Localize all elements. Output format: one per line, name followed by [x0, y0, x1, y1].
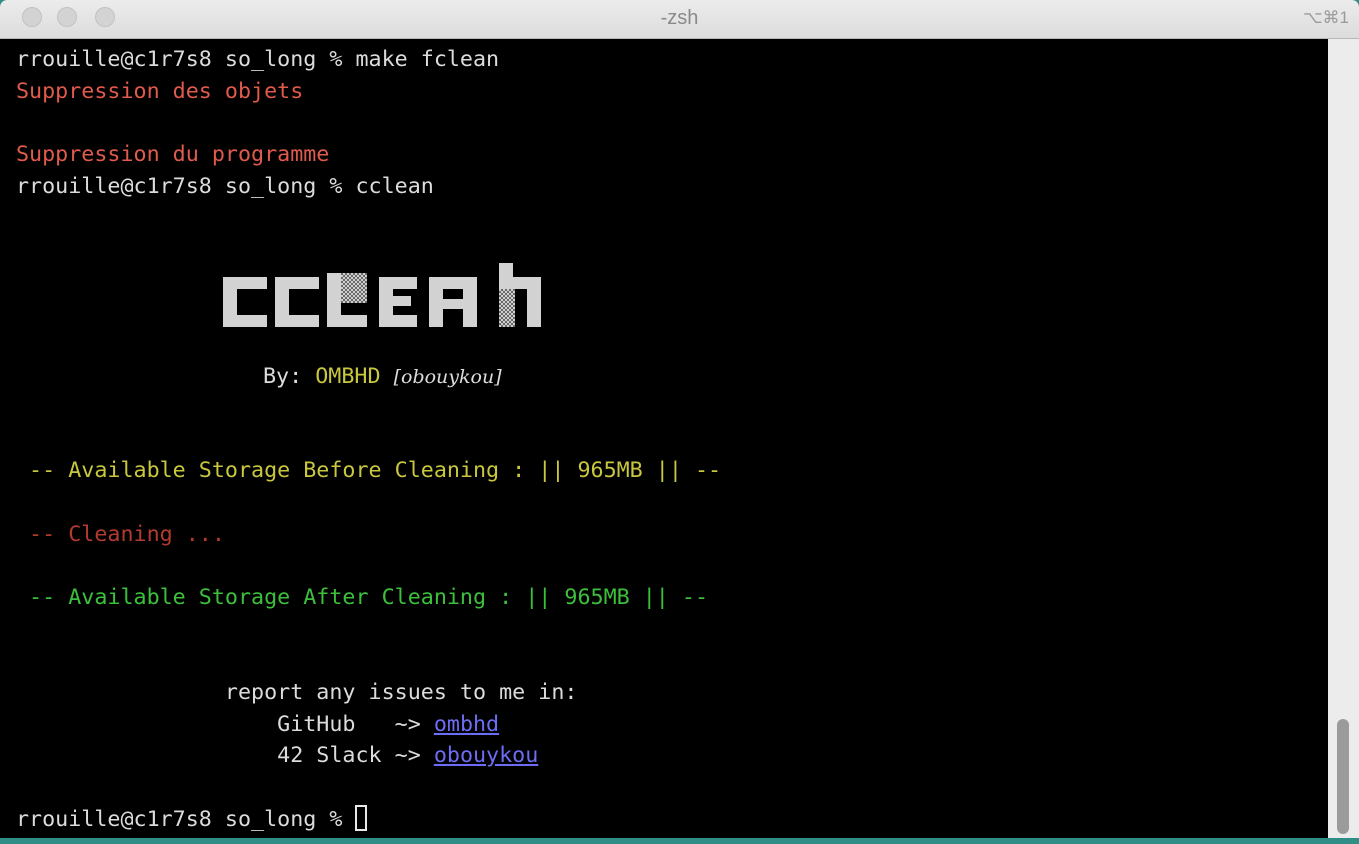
vertical-scrollbar[interactable] [1328, 39, 1359, 844]
storage-before-line: -- Available Storage Before Cleaning : |… [16, 458, 722, 483]
by-label: By: [263, 364, 316, 389]
cleaning-line: -- Cleaning ... [16, 522, 225, 547]
text-cursor [355, 805, 368, 831]
author-handle: [obouykou] [393, 366, 502, 388]
slack-line: 42 Slack ~> obouykou [16, 740, 538, 772]
command-line-cclean: rrouille@c1r7s8 so_long % cclean [16, 174, 434, 199]
output-suppression-programme: Suppression du programme [16, 142, 330, 167]
terminal-output[interactable]: rrouille@c1r7s8 so_long % make fclean Su… [10, 39, 1328, 839]
scrollbar-thumb[interactable] [1337, 719, 1349, 834]
cclean-logo [223, 263, 541, 327]
storage-after-line: -- Available Storage After Cleaning : ||… [16, 585, 709, 610]
slack-label: 42 Slack ~> [16, 743, 434, 768]
title-bar: -zsh ⌥⌘1 [0, 0, 1359, 39]
terminal-window: -zsh ⌥⌘1 rrouille@c1r7s8 so_long % make … [0, 0, 1359, 844]
author-name: OMBHD [315, 364, 381, 389]
prompt-text: rrouille@c1r7s8 so_long % [16, 807, 356, 832]
author-line: By: OMBHD [obouykou] [263, 361, 502, 393]
slack-link[interactable]: obouykou [434, 743, 538, 768]
output-suppression-objets: Suppression des objets [16, 79, 304, 104]
report-line: report any issues to me in: [16, 680, 578, 705]
github-link[interactable]: ombhd [434, 712, 499, 737]
window-title: -zsh [660, 7, 699, 29]
prompt-line[interactable]: rrouille@c1r7s8 so_long % [16, 804, 368, 836]
github-line: GitHub ~> ombhd [16, 709, 499, 741]
window-shortcut: ⌥⌘1 [1302, 8, 1349, 27]
desktop-background-edge [0, 838, 1359, 844]
command-line-fclean: rrouille@c1r7s8 so_long % make fclean [16, 47, 500, 72]
github-label: GitHub ~> [16, 712, 434, 737]
